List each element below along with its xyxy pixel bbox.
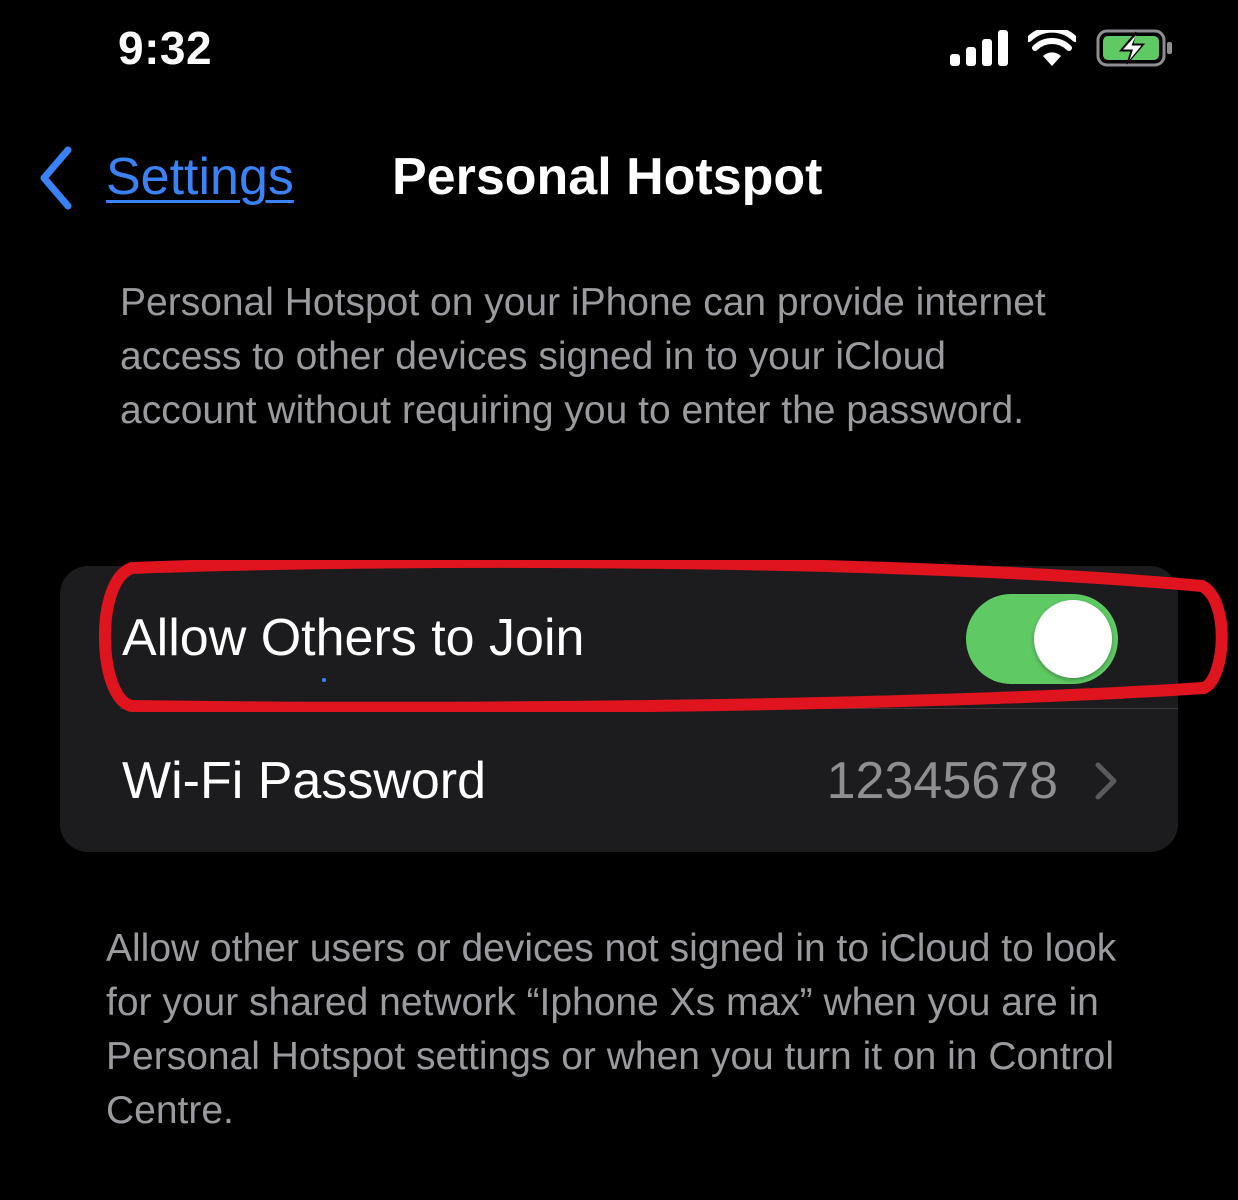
page-title: Personal Hotspot: [392, 148, 823, 206]
header-description: Personal Hotspot on your iPhone can prov…: [120, 281, 1046, 432]
toggle-knob: [1034, 600, 1112, 678]
cursor-dot: [322, 678, 326, 682]
wifi-icon: [1028, 30, 1076, 66]
chevron-right-icon: [1094, 761, 1118, 806]
navigation-bar: Settings Personal Hotspot: [0, 140, 1238, 216]
allow-others-label: Allow Others to Join: [122, 609, 585, 667]
allow-others-toggle[interactable]: [966, 594, 1118, 684]
back-button[interactable]: Settings: [106, 144, 294, 210]
settings-group: Allow Others to Join Wi-Fi Password 1234…: [60, 566, 1178, 852]
battery-charging-icon: [1096, 29, 1172, 67]
footer-description: Allow other users or devices not signed …: [106, 927, 1117, 1132]
personal-hotspot-screen: 9:32 Settings Personal Hotspot Personal …: [0, 0, 1238, 1200]
status-icons: [950, 26, 1174, 70]
wifi-password-value: 12345678: [826, 752, 1058, 810]
allow-others-row: Allow Others to Join: [60, 566, 1178, 708]
wifi-password-row[interactable]: Wi-Fi Password 12345678: [60, 709, 1178, 851]
wifi-password-label: Wi-Fi Password: [122, 752, 487, 810]
status-time: 9:32: [118, 22, 213, 74]
cellular-signal-icon: [950, 30, 1008, 66]
back-chevron-icon[interactable]: [36, 146, 76, 215]
